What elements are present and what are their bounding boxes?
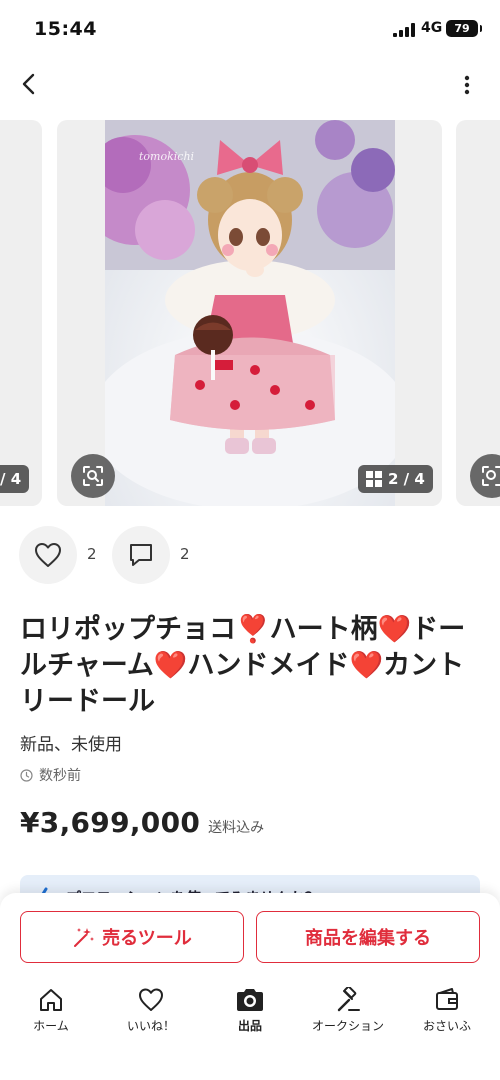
home-icon <box>40 989 62 1011</box>
page-indicator-previous: / 4 <box>0 465 30 493</box>
title-emoji: ❣️ <box>236 614 270 645</box>
heart-icon <box>139 988 163 1011</box>
comment-icon <box>130 544 152 566</box>
title-emoji: ❤️ <box>153 650 188 681</box>
title-emoji: ❤️ <box>349 650 384 681</box>
wallet-icon <box>436 988 458 1010</box>
item-title: ロリポップチョコ❣️ハート柄❤️ドールチャーム❤️ハンドメイド❤️カントリードー… <box>20 612 480 720</box>
shipping-note: 送料込み <box>208 820 265 836</box>
magic-wand-icon <box>74 928 95 947</box>
edit-item-button[interactable]: 商品を編集する <box>256 911 480 963</box>
posted-time-row: 数秒前 <box>20 765 81 785</box>
tab-wallet[interactable]: おさいふ <box>402 983 492 1039</box>
carousel-slide-next[interactable] <box>456 120 500 506</box>
tab-likes[interactable]: いいね！ <box>106 983 196 1039</box>
item-price: ¥3,699,000 <box>20 806 201 839</box>
tab-label: いいね！ <box>126 1019 175 1033</box>
tab-label: おさいふ <box>422 1019 471 1033</box>
sell-tools-label: 売るツール <box>102 928 192 949</box>
clock-icon <box>20 768 33 782</box>
like-count: 2 <box>87 545 97 563</box>
comment-button[interactable] <box>112 526 170 584</box>
like-button[interactable] <box>19 526 77 584</box>
signal-icon <box>393 23 415 37</box>
price-row: ¥3,699,000 送料込み <box>20 806 264 839</box>
zoom-scan-icon <box>482 466 500 486</box>
status-bar: 15:44 4G 79 <box>0 0 500 58</box>
tab-label: ホーム <box>33 1019 69 1033</box>
camera-icon <box>237 989 263 1011</box>
zoom-button[interactable] <box>71 454 115 498</box>
page-indicator-text: 2 / 4 <box>388 470 425 488</box>
network-label: 4G <box>421 20 443 36</box>
tab-auction[interactable]: オークション <box>303 983 393 1039</box>
carousel-slide-previous[interactable]: / 4 <box>0 120 42 506</box>
tab-home[interactable]: ホーム <box>6 983 96 1039</box>
battery-icon: 79 <box>446 20 482 37</box>
edit-item-label: 商品を編集する <box>305 928 431 949</box>
page-indicator-text: / 4 <box>0 470 22 488</box>
chevron-left-icon <box>22 73 35 95</box>
tab-sell[interactable]: 出品 <box>205 983 295 1039</box>
title-emoji: ❤️ <box>377 614 412 645</box>
zoom-button-next[interactable] <box>470 454 500 498</box>
gavel-icon <box>337 987 360 1012</box>
product-photo <box>105 120 395 506</box>
heart-outline-icon <box>35 543 61 567</box>
title-segment: ロリポップチョコ <box>20 614 236 645</box>
bottom-tab-bar: ホーム いいね！ 出品 オークション おさいふ <box>0 983 500 1043</box>
comment-count: 2 <box>180 545 190 563</box>
title-segment: ハート柄 <box>269 614 378 645</box>
bottom-action-sheet: 売るツール 商品を編集する ホーム いいね！ 出品 オークション おさいふ <box>0 893 500 1080</box>
image-carousel[interactable]: / 4 tomokichi 2 / 4 <box>0 120 500 506</box>
page-indicator-current: 2 / 4 <box>358 465 433 493</box>
item-condition: 新品、未使用 <box>20 735 122 755</box>
tab-label: 出品 <box>237 1019 262 1033</box>
carousel-slide-current[interactable]: tomokichi 2 / 4 <box>57 120 442 506</box>
status-time: 15:44 <box>34 18 97 40</box>
posted-time: 数秒前 <box>39 768 81 784</box>
back-button[interactable] <box>12 68 44 100</box>
sell-tools-button[interactable]: 売るツール <box>20 911 244 963</box>
more-vertical-icon <box>464 75 470 95</box>
photo-watermark: tomokichi <box>139 150 195 163</box>
grid-icon <box>366 471 382 487</box>
more-options-button[interactable] <box>452 70 482 100</box>
title-segment: ハンドメイド <box>187 650 350 681</box>
zoom-scan-icon <box>83 466 103 486</box>
tab-label: オークション <box>311 1019 384 1033</box>
